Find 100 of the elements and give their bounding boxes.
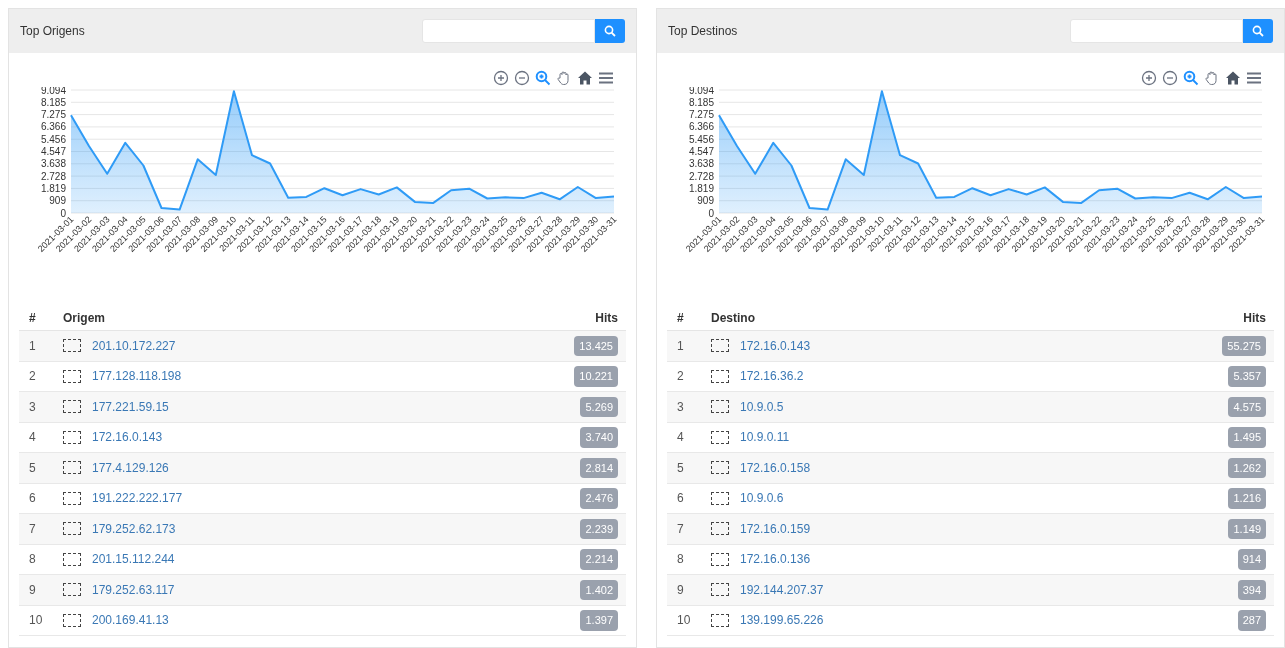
rank-cell-text: 9 — [676, 581, 685, 599]
hits-badge: 394 — [1237, 579, 1266, 600]
search-icon[interactable] — [1252, 25, 1264, 37]
hits-badge: 2.214 — [580, 549, 618, 570]
search-field[interactable] — [422, 19, 595, 43]
rank-cell-text: 10 — [28, 612, 44, 630]
y-axis-label: 1.819 — [40, 182, 66, 194]
dashed-rectangle-icon — [63, 491, 81, 505]
rank-cell-text: 2 — [28, 368, 37, 386]
home-icon[interactable] — [1225, 70, 1241, 86]
zoom-in-icon[interactable] — [493, 70, 509, 86]
hits-badge: 1.149 — [1228, 518, 1266, 539]
hits-badge: 287 — [1237, 610, 1266, 631]
search-button[interactable] — [595, 19, 625, 43]
y-axis-label: 909 — [697, 195, 714, 207]
address-link[interactable]: 10.9.0.11 — [740, 428, 1229, 447]
hits-badge: 10.221 — [574, 366, 618, 387]
rank-cell-text: 9 — [28, 581, 37, 599]
dashed-rectangle-icon — [711, 583, 729, 597]
rank-cell-text: 3 — [28, 398, 37, 416]
address-link[interactable]: 177.128.118.198 — [92, 367, 575, 386]
y-axis-label: 909 — [49, 195, 66, 207]
zoom-out-icon[interactable] — [514, 70, 530, 86]
y-axis-label: 9.094 — [688, 87, 714, 96]
address-link[interactable]: 172.16.0.136 — [740, 550, 1238, 569]
address-link[interactable]: 172.16.0.158 — [740, 458, 1229, 477]
rank-cell-text: 10 — [676, 612, 692, 630]
address-link[interactable]: 177.4.129.126 — [92, 458, 581, 477]
dashed-rectangle-icon — [711, 491, 729, 505]
y-axis-label: 0 — [708, 207, 714, 219]
column-header: # — [28, 309, 37, 327]
dashed-rectangle-icon — [63, 613, 81, 627]
home-icon[interactable] — [577, 70, 593, 86]
rank-cell-text: 4 — [676, 429, 685, 447]
y-axis-label: 8.185 — [688, 96, 714, 108]
zoom-in-icon[interactable] — [1141, 70, 1157, 86]
column-header: Destino — [711, 309, 756, 327]
hits-badge: 3.740 — [580, 427, 618, 448]
hits-badge: 1.402 — [580, 579, 618, 600]
dashed-rectangle-icon — [711, 430, 729, 444]
address-link[interactable]: 179.252.63.117 — [92, 580, 581, 599]
y-axis-label: 4.547 — [688, 146, 714, 157]
dashed-rectangle-icon — [63, 339, 81, 353]
address-link[interactable]: 179.252.62.173 — [92, 519, 581, 538]
dashed-rectangle-icon — [711, 522, 729, 536]
address-link[interactable]: 201.15.112.244 — [92, 550, 581, 569]
dashed-rectangle-icon — [711, 613, 729, 627]
magnifier-icon[interactable] — [1183, 70, 1199, 86]
rank-cell-text: 1 — [676, 337, 685, 355]
rank-cell-text: 5 — [28, 459, 37, 477]
address-link[interactable]: 139.199.65.226 — [740, 611, 1238, 630]
hits-badge: 4.575 — [1228, 396, 1266, 417]
search-field[interactable] — [1070, 19, 1243, 43]
address-link[interactable]: 10.9.0.5 — [740, 397, 1229, 416]
dashed-rectangle-icon — [63, 400, 81, 414]
rank-cell-text: 8 — [28, 551, 37, 569]
hits-badge: 914 — [1237, 549, 1266, 570]
dashed-rectangle-icon — [63, 369, 81, 383]
dashed-rectangle-icon — [711, 400, 729, 414]
address-link[interactable]: 10.9.0.6 — [740, 489, 1229, 508]
column-header: Hits — [1243, 309, 1267, 327]
y-axis-label: 2.728 — [40, 170, 66, 182]
address-link[interactable]: 201.10.172.227 — [92, 336, 575, 355]
menu-icon[interactable] — [598, 70, 614, 86]
address-link[interactable]: 172.16.0.159 — [740, 519, 1229, 538]
rank-cell-text: 6 — [28, 490, 37, 508]
panel-title: Top Origens — [20, 23, 85, 40]
dashed-rectangle-icon — [63, 552, 81, 566]
hits-badge: 55.275 — [1222, 335, 1266, 356]
address-link[interactable]: 172.16.0.143 — [92, 428, 581, 447]
menu-icon[interactable] — [1246, 70, 1262, 86]
y-axis-label: 5.456 — [40, 133, 66, 145]
address-link[interactable]: 191.222.222.177 — [92, 489, 581, 508]
hand-icon[interactable] — [1204, 70, 1220, 86]
hits-badge: 1.495 — [1228, 427, 1266, 448]
rank-cell-text: 7 — [676, 520, 685, 538]
address-link[interactable]: 177.221.59.15 — [92, 397, 581, 416]
y-axis-label: 6.366 — [40, 121, 66, 133]
hand-icon[interactable] — [556, 70, 572, 86]
y-axis-label: 9.094 — [40, 87, 66, 96]
address-link[interactable]: 192.144.207.37 — [740, 580, 1238, 599]
hits-badge: 1.397 — [580, 610, 618, 631]
zoom-out-icon[interactable] — [1162, 70, 1178, 86]
hits-badge: 1.262 — [1228, 457, 1266, 478]
address-link[interactable]: 200.169.41.13 — [92, 611, 581, 630]
dashed-rectangle-icon — [711, 552, 729, 566]
search-button[interactable] — [1243, 19, 1273, 43]
address-link[interactable]: 172.16.36.2 — [740, 367, 1229, 386]
rank-cell-text: 5 — [676, 459, 685, 477]
y-axis-label: 1.819 — [688, 182, 714, 194]
dashed-rectangle-icon — [63, 522, 81, 536]
search-icon[interactable] — [604, 25, 616, 37]
y-axis-label: 5.456 — [688, 133, 714, 145]
y-axis-label: 3.638 — [40, 158, 66, 170]
address-link[interactable]: 172.16.0.143 — [740, 336, 1223, 355]
dashed-rectangle-icon — [63, 583, 81, 597]
magnifier-icon[interactable] — [535, 70, 551, 86]
y-axis-label: 7.275 — [40, 109, 66, 121]
rank-cell-text: 8 — [676, 551, 685, 569]
column-header: # — [676, 309, 685, 327]
